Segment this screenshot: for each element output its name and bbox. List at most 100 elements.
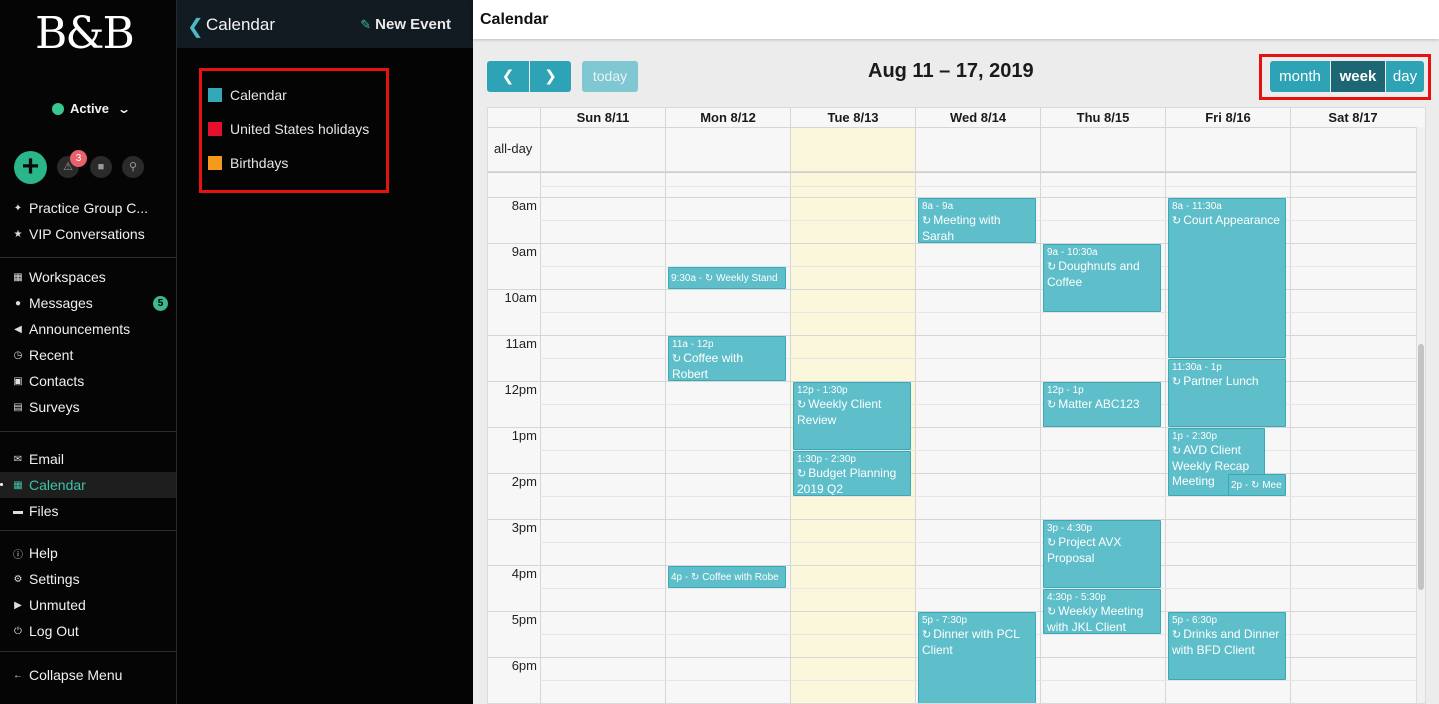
chevron-right-icon: ❯ — [544, 68, 557, 85]
grid-line — [540, 588, 1416, 589]
calendar-item[interactable]: Birthdays — [208, 155, 288, 171]
event-block[interactable]: 12p - 1:30p ↻ Weekly Client Review — [793, 382, 911, 450]
clipboard-icon: ▤ — [13, 401, 23, 413]
arrow-left-icon: ← — [13, 669, 23, 681]
event-title-text: Partner Lunch — [1183, 374, 1259, 388]
event-title-text: Doughnuts and Coffee — [1047, 259, 1140, 289]
event-block[interactable]: 5p - 7:30p ↻ Dinner with PCL Client — [918, 612, 1036, 703]
sidebar-item-practice-group[interactable]: ✦ Practice Group C... — [0, 195, 176, 221]
event-time: 9:30a - — [671, 273, 705, 284]
week-grid[interactable]: all-day Sun 8/11 Mon 8/12 Tue 8/13 Wed 8/14… — [487, 107, 1426, 704]
repeat-icon: ↻ — [1251, 480, 1263, 491]
day-header: Sat 8/17 — [1290, 108, 1415, 127]
power-icon: ⏻ — [14, 625, 22, 637]
event-block[interactable]: 2p - ↻ Mee — [1228, 474, 1286, 496]
search-icon[interactable]: ⚲ — [122, 156, 144, 178]
prev-week-button[interactable]: ❮ — [487, 61, 529, 92]
divider — [0, 257, 176, 258]
repeat-icon: ↻ — [1172, 215, 1182, 227]
alerts-badge: 3 — [70, 150, 87, 167]
sidebar-item-unmuted[interactable]: ▶ Unmuted — [0, 592, 176, 618]
status-dot-icon — [52, 102, 64, 115]
event-title-text: Weekly Client Review — [797, 397, 882, 427]
event-title: ↻ Project AVX Proposal — [1047, 535, 1157, 566]
collapse-menu-button[interactable]: ← Collapse Menu — [0, 662, 176, 688]
chevron-left-icon[interactable]: ❮ — [187, 14, 204, 39]
chat-icon: ● — [14, 297, 22, 309]
messages-badge: 5 — [153, 295, 168, 311]
event-block[interactable]: 11a - 12p ↻ Coffee with Robert — [668, 336, 786, 381]
event-block[interactable]: 8a - 11:30a ↻ Court Appearance — [1168, 198, 1286, 358]
event-block[interactable]: 12p - 1p ↻ Matter ABC123 — [1043, 382, 1161, 427]
calendar-item[interactable]: United States holidays — [208, 121, 369, 137]
event-time: 9a - 10:30a — [1047, 247, 1098, 258]
month-view-button[interactable]: month — [1270, 61, 1330, 92]
sidebar-item-logout[interactable]: ⏻ Log Out — [0, 618, 176, 644]
calendar-swatch — [208, 88, 222, 102]
add-button[interactable]: + — [14, 151, 47, 184]
calendar-swatch — [208, 122, 222, 136]
status-dropdown[interactable]: Active ⌄ — [52, 101, 132, 116]
repeat-icon: ↻ — [1047, 606, 1057, 618]
active-indicator — [0, 483, 3, 486]
time-label: 8am — [511, 198, 537, 213]
event-time: 2p - — [1231, 480, 1252, 491]
event-block[interactable]: 11:30a - 1p ↻ Partner Lunch — [1168, 359, 1286, 427]
today-button[interactable]: today — [582, 61, 638, 92]
next-week-button[interactable]: ❯ — [530, 61, 571, 92]
calendar-item[interactable]: Calendar — [208, 87, 287, 103]
sidebar-item-surveys[interactable]: ▤ Surveys — [0, 394, 176, 420]
sidebar-item-email[interactable]: ✉ Email — [0, 446, 176, 472]
repeat-icon: ↻ — [922, 629, 932, 641]
event-block[interactable]: 4p - ↻ Coffee with Robe — [668, 566, 786, 588]
chevron-down-icon: ⌄ — [117, 101, 132, 116]
divider — [0, 530, 176, 531]
sidebar-item-workspaces[interactable]: ▦ Workspaces — [0, 264, 176, 290]
event-title: ↻ Matter ABC123 — [1047, 397, 1157, 413]
sidebar-item-contacts[interactable]: ▣ Contacts — [0, 368, 176, 394]
sidebar-item-calendar[interactable]: ▦ Calendar — [0, 472, 176, 498]
sidebar-item-recent[interactable]: ◷ Recent — [0, 342, 176, 368]
event-title-text: Court Appearance — [1183, 213, 1280, 227]
grid-line — [540, 542, 1416, 543]
pin-icon: ✦ — [13, 202, 23, 214]
sidebar-item-files[interactable]: ▬ Files — [0, 498, 176, 524]
event-block[interactable]: 9:30a - ↻ Weekly Stand — [668, 267, 786, 289]
time-label: 2pm — [511, 474, 537, 489]
calendar-icon: ▦ — [13, 479, 23, 491]
event-title: ↻ Doughnuts and Coffee — [1047, 259, 1157, 290]
contact-icon: ▣ — [13, 375, 23, 387]
event-title-text: Project AVX Proposal — [1047, 535, 1122, 565]
repeat-icon: ↻ — [797, 399, 807, 411]
day-header: Fri 8/16 — [1165, 108, 1290, 127]
sidebar-item-settings[interactable]: ⚙ Settings — [0, 566, 176, 592]
event-block[interactable]: 5p - 6:30p ↻ Drinks and Dinner with BFD Cl… — [1168, 612, 1286, 680]
repeat-icon: ↻ — [672, 353, 682, 365]
sidebar-item-help[interactable]: ⓘ Help — [0, 540, 176, 566]
new-event-button[interactable]: ✎ New Event — [360, 16, 451, 33]
time-label: 3pm — [511, 520, 537, 535]
event-title: ↻ Court Appearance — [1172, 213, 1282, 229]
sidebar-item-vip-conversations[interactable]: ★ VIP Conversations — [0, 221, 176, 247]
star-icon: ★ — [13, 228, 23, 240]
event-block[interactable]: 1:30p - 2:30p ↻ Budget Planning 2019 Q2 — [793, 451, 911, 496]
clock-icon: ◷ — [13, 349, 23, 361]
week-view-button[interactable]: week — [1331, 61, 1385, 92]
video-icon[interactable]: ■ — [90, 156, 112, 178]
time-label: 12pm — [504, 382, 537, 397]
grid-line — [488, 519, 1416, 520]
repeat-icon: ↻ — [1047, 399, 1057, 411]
event-time: 1p - 2:30p — [1172, 431, 1218, 442]
event-block[interactable]: 4:30p - 5:30p ↻ Weekly Meeting with JKL Cl… — [1043, 589, 1161, 634]
sidebar-item-messages[interactable]: ● Messages 5 — [0, 290, 176, 316]
event-time: 5p - 7:30p — [922, 615, 968, 626]
scrollbar-thumb[interactable] — [1418, 344, 1424, 590]
event-time: 4p - — [671, 572, 692, 583]
day-view-button[interactable]: day — [1386, 61, 1424, 92]
event-block[interactable]: 3p - 4:30p ↻ Project AVX Proposal — [1043, 520, 1161, 588]
event-block[interactable]: 9a - 10:30a ↻ Doughnuts and Coffee — [1043, 244, 1161, 312]
sidebar-item-announcements[interactable]: ◀ Announcements — [0, 316, 176, 342]
day-header: Sun 8/11 — [540, 108, 665, 127]
repeat-icon: ↻ — [691, 572, 703, 583]
event-block[interactable]: 8a - 9a ↻ Meeting with Sarah — [918, 198, 1036, 243]
